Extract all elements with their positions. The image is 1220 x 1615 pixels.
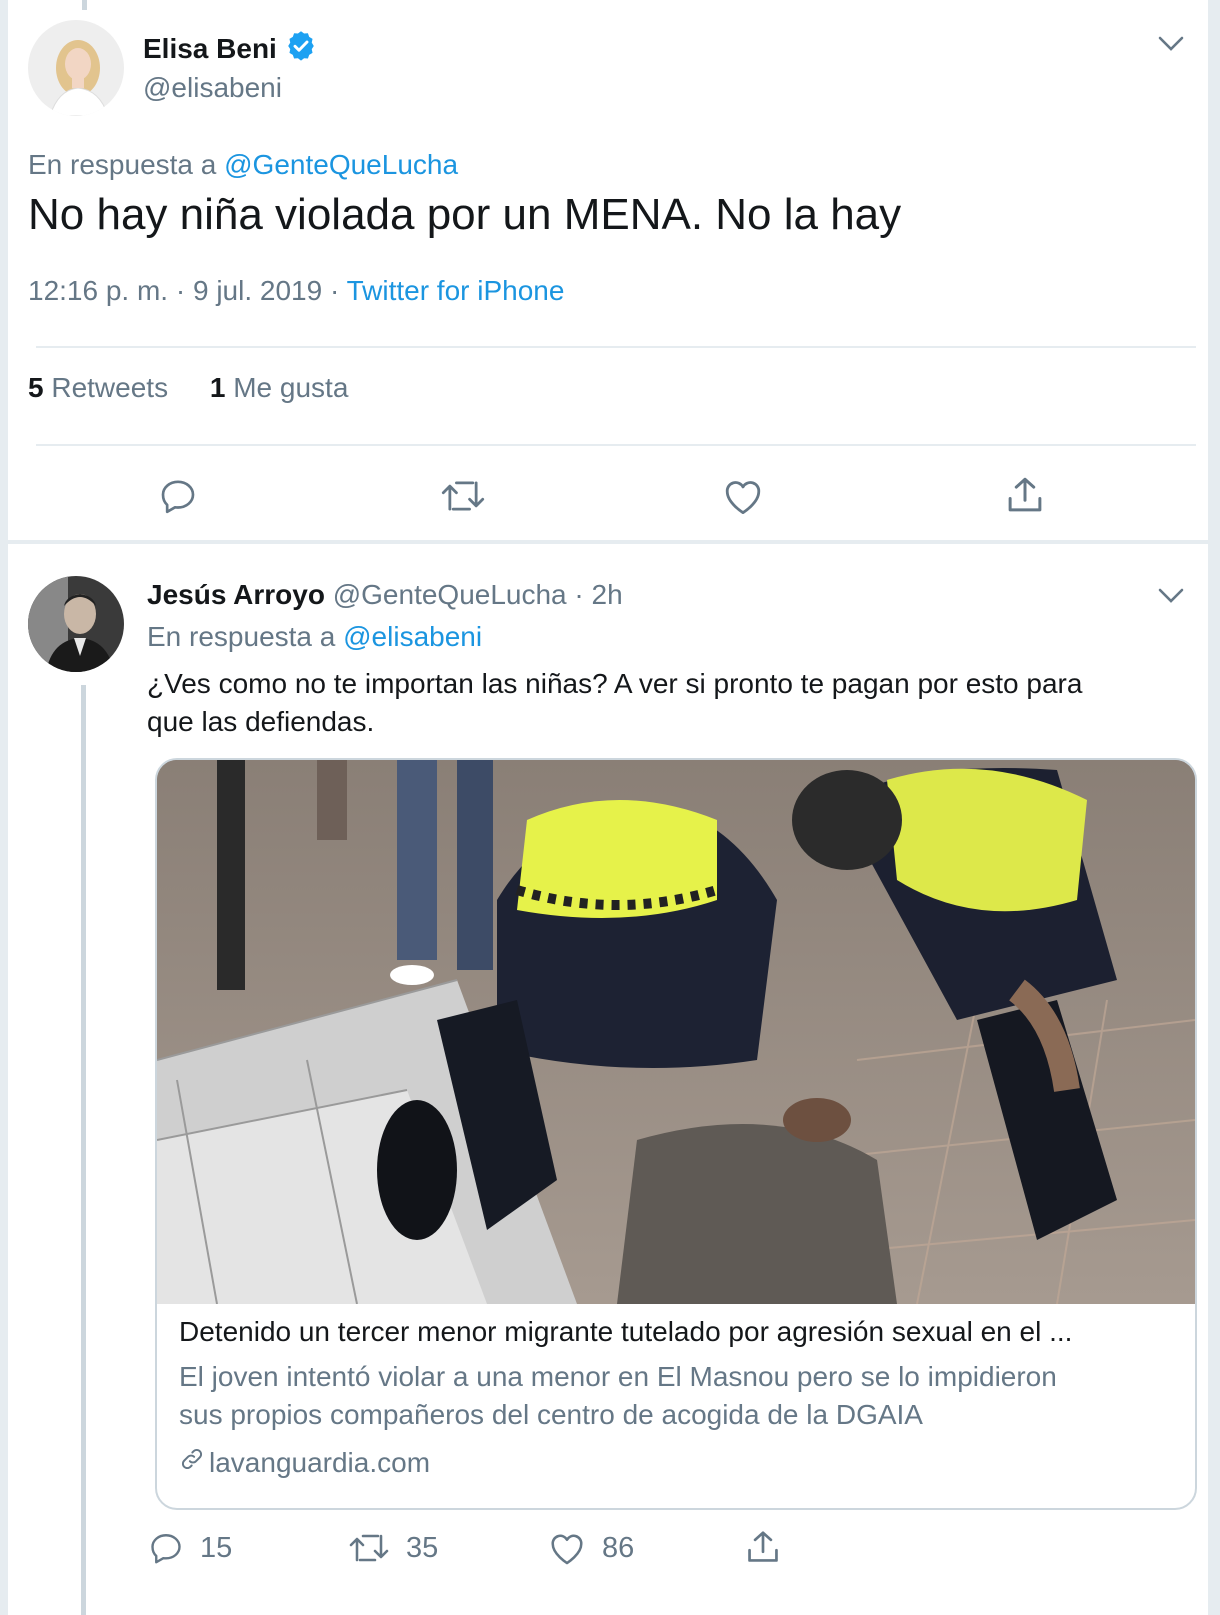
reply-button[interactable] xyxy=(158,476,198,516)
share-icon xyxy=(744,1528,782,1566)
link-preview-domain-row: lavanguardia.com xyxy=(179,1446,430,1479)
thread-line xyxy=(81,685,86,1615)
tweet-source-link[interactable]: Twitter for iPhone xyxy=(347,275,565,306)
share-button[interactable] xyxy=(744,1528,782,1566)
link-preview-domain: lavanguardia.com xyxy=(209,1446,431,1478)
link-preview-desc-line: sus propios compañeros del centro de aco… xyxy=(179,1399,923,1430)
tweet-separator xyxy=(8,540,1208,544)
verified-badge-icon xyxy=(285,30,317,67)
main-author-name-row[interactable]: Elisa Beni xyxy=(143,30,317,67)
reply-author-avatar[interactable] xyxy=(28,576,124,672)
link-preview-card[interactable]: Detenido un tercer menor migrante tutela… xyxy=(155,758,1197,1510)
main-tweet-text: No hay niña violada por un MENA. No la h… xyxy=(28,190,902,239)
chevron-down-icon[interactable] xyxy=(1158,36,1184,57)
main-author-name[interactable]: Elisa Beni xyxy=(143,33,277,65)
reply-prefix: En respuesta a xyxy=(147,621,336,652)
reply-time[interactable]: · 2h xyxy=(574,579,622,610)
reply-text-line: ¿Ves como no te importan las niñas? A ve… xyxy=(147,668,1083,699)
divider xyxy=(36,346,1196,348)
share-button[interactable] xyxy=(1004,474,1046,516)
reply-context: En respuesta a @elisabeni xyxy=(147,621,482,653)
likes-label: Me gusta xyxy=(233,372,349,403)
reply-tweet-text: ¿Ves como no te importan las niñas? A ve… xyxy=(147,665,1082,741)
reply-icon xyxy=(158,476,198,516)
link-preview-description: El joven intentó violar a una menor en E… xyxy=(179,1358,1057,1434)
tweet-detail-page: Elisa Beni @elisabeni En respuesta a @Ge… xyxy=(8,0,1208,1615)
reply-to-link[interactable]: @elisabeni xyxy=(343,621,482,652)
retweets-stat[interactable]: 5 Retweets xyxy=(28,372,176,403)
main-author-avatar[interactable] xyxy=(28,20,124,116)
retweets-label: Retweets xyxy=(51,372,169,403)
like-icon xyxy=(722,476,764,516)
share-icon xyxy=(1004,474,1046,516)
reply-header: Jesús Arroyo @GenteQueLucha · 2h xyxy=(147,579,623,611)
divider xyxy=(36,444,1196,446)
link-icon xyxy=(179,1446,205,1479)
main-author-handle[interactable]: @elisabeni xyxy=(143,72,282,104)
like-count: 86 xyxy=(602,1531,635,1564)
thread-line-top xyxy=(82,0,87,10)
retweet-icon xyxy=(440,476,486,516)
reply-button[interactable]: 15 xyxy=(148,1530,232,1566)
link-preview-title: Detenido un tercer menor migrante tutela… xyxy=(179,1316,1073,1347)
tweet-timestamp[interactable]: 12:16 p. m. · 9 jul. 2019 · xyxy=(28,275,339,306)
reply-author-name[interactable]: Jesús Arroyo xyxy=(147,579,325,610)
main-tweet-meta: 12:16 p. m. · 9 jul. 2019 · Twitter for … xyxy=(28,275,564,307)
like-button[interactable] xyxy=(722,476,764,516)
likes-count: 1 xyxy=(209,372,226,403)
reply-author-handle[interactable]: @GenteQueLucha xyxy=(333,579,567,610)
retweets-count: 5 xyxy=(28,372,44,403)
reply-icon xyxy=(148,1530,184,1566)
tweet-stats: 5 Retweets 1 Me gusta xyxy=(28,372,348,404)
retweet-button[interactable]: 35 xyxy=(348,1530,438,1566)
like-icon xyxy=(548,1530,586,1566)
link-preview-desc-line: El joven intentó violar a una menor en E… xyxy=(179,1361,1057,1392)
reply-to-link[interactable]: @GenteQueLucha xyxy=(224,149,458,180)
reply-count: 15 xyxy=(200,1531,233,1564)
chevron-down-icon[interactable] xyxy=(1158,588,1184,609)
retweet-button[interactable] xyxy=(440,476,486,516)
reply-text-line: que las defiendas. xyxy=(147,706,375,737)
retweet-count: 35 xyxy=(406,1531,439,1564)
retweet-icon xyxy=(348,1530,390,1566)
reply-prefix: En respuesta a xyxy=(28,149,217,180)
link-preview-image[interactable] xyxy=(157,760,1195,1305)
likes-stat[interactable]: 1 Me gusta xyxy=(210,372,349,403)
main-reply-context: En respuesta a @GenteQueLucha xyxy=(28,149,458,181)
like-button[interactable]: 86 xyxy=(548,1530,634,1566)
